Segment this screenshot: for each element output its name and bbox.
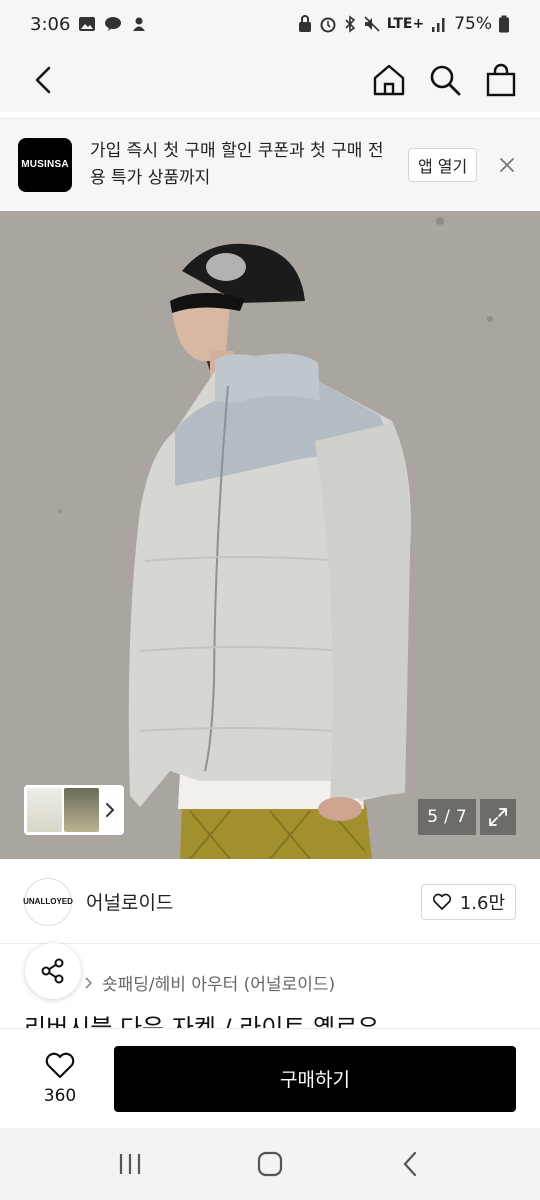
open-app-button[interactable]: 앱 열기 <box>408 147 478 182</box>
product-photo <box>0 211 540 859</box>
counter-separator: / <box>444 807 450 827</box>
chevron-right-icon <box>106 803 115 817</box>
status-time: 3:06 <box>30 13 71 35</box>
purchase-bar: 360 구매하기 <box>0 1028 540 1128</box>
back-button[interactable] <box>26 63 60 97</box>
network-type: LTE+ <box>386 16 425 32</box>
brand-like-button[interactable]: 1.6만 <box>420 883 516 920</box>
category-label[interactable]: 숏패딩/헤비 아우터 (어널로이드) <box>102 970 335 995</box>
recent-apps-button[interactable] <box>110 1144 150 1184</box>
battery-percent: 75% <box>454 14 492 34</box>
battery-icon <box>499 15 509 33</box>
mute-icon <box>364 16 380 32</box>
home-icon <box>373 64 405 96</box>
home-system-button[interactable] <box>250 1144 290 1184</box>
lock-icon <box>298 15 311 32</box>
recent-apps-icon <box>119 1154 141 1174</box>
status-left: 3:06 <box>30 14 148 35</box>
brand-row: UNALLOYED 어널로이드 1.6만 <box>0 860 540 944</box>
app-install-banner: MUSINSA 가입 즉시 첫 구매 할인 쿠폰과 첫 구매 전용 특가 상품까… <box>0 118 540 210</box>
back-system-button[interactable] <box>390 1144 430 1184</box>
banner-message: 가입 즉시 첫 구매 할인 쿠폰과 첫 구매 전용 특가 상품까지 <box>90 140 384 188</box>
counter-current: 5 <box>427 807 439 827</box>
app-notification-icon <box>133 17 146 31</box>
talk-notification-icon <box>105 17 122 31</box>
wishlist-button[interactable]: 360 <box>36 1052 84 1106</box>
nav-actions <box>372 63 518 97</box>
fullscreen-button[interactable] <box>480 799 516 835</box>
thumbnail-model[interactable] <box>64 788 99 832</box>
back-chevron-icon <box>403 1151 417 1177</box>
wishlist-count: 360 <box>43 1085 77 1106</box>
cart-button[interactable] <box>484 63 518 97</box>
signal-icon <box>432 18 445 32</box>
share-icon <box>41 958 64 984</box>
alarm-icon <box>320 17 336 33</box>
status-right: LTE+ 75% <box>297 14 510 34</box>
musinsa-logo: MUSINSA <box>18 137 72 192</box>
home-button[interactable] <box>372 63 406 97</box>
brand-like-count: 1.6만 <box>459 892 505 914</box>
category-breadcrumb[interactable]: 숏패딩/헤비 아우터 (어널로이드) <box>84 970 335 995</box>
heart-icon <box>432 893 451 910</box>
search-icon <box>430 65 461 96</box>
thumbnail-strip[interactable] <box>24 785 124 835</box>
top-navigation <box>0 48 540 112</box>
banner-close-button[interactable] <box>497 155 517 175</box>
counter-total: 7 <box>455 807 467 827</box>
search-button[interactable] <box>428 63 462 97</box>
image-counter: 5 / 7 <box>418 799 476 835</box>
heart-icon <box>45 1052 75 1078</box>
back-arrow-icon <box>35 66 51 94</box>
home-circle-icon <box>257 1151 283 1177</box>
brand-logo[interactable]: UNALLOYED <box>23 877 73 926</box>
expand-icon <box>489 808 507 826</box>
gallery-notification-icon <box>79 17 96 31</box>
chevron-right-icon <box>85 976 93 989</box>
close-icon <box>500 157 515 172</box>
share-button[interactable] <box>25 943 81 999</box>
system-navigation-bar <box>0 1128 540 1200</box>
shopping-bag-icon <box>486 63 516 97</box>
status-bar: 3:06 LTE+ 75% <box>0 0 540 48</box>
product-image-gallery[interactable]: 5 / 7 <box>0 211 540 859</box>
bluetooth-icon <box>345 15 355 33</box>
brand-name[interactable]: 어널로이드 <box>86 888 173 915</box>
buy-button[interactable]: 구매하기 <box>114 1045 516 1112</box>
thumbnail-front[interactable] <box>27 788 62 832</box>
